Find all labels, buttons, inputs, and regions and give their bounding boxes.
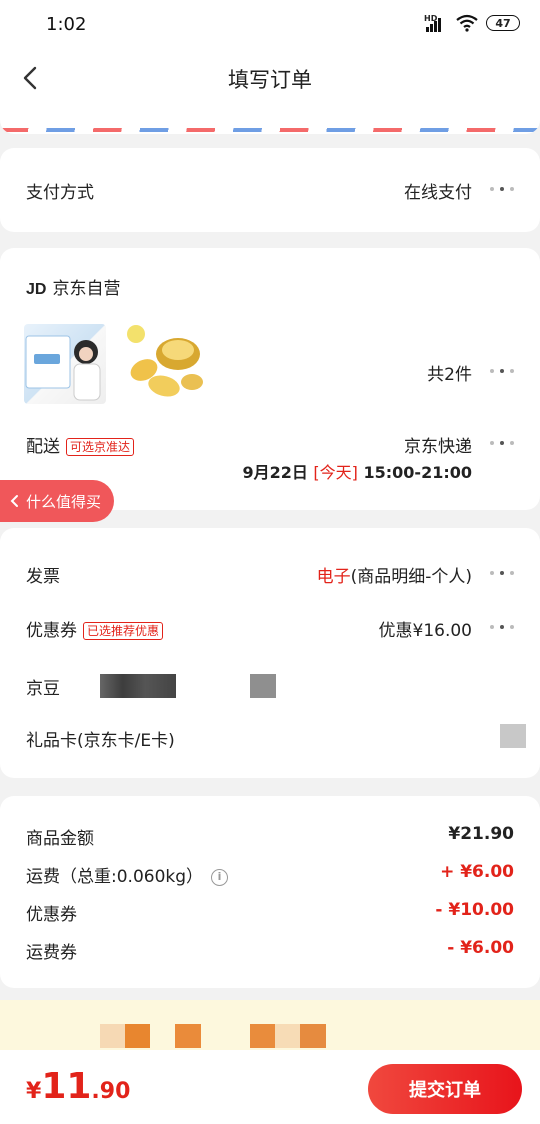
- airmail-stripe: [0, 128, 540, 132]
- price-integer: 11: [41, 1066, 92, 1107]
- shipping-row: 运费（总重:0.060kg） i: [26, 862, 229, 887]
- coupon-discount-label: 优惠券: [26, 905, 77, 925]
- address-card-edge[interactable]: [0, 108, 540, 134]
- status-bar: 1:02 HD 47: [0, 0, 540, 50]
- worth-buy-label: 什么值得买: [26, 492, 102, 511]
- delivery-time-line: 9月22日 [今天] 15:00-21:00: [242, 459, 472, 483]
- chevron-left-icon: [10, 495, 18, 507]
- signal-icon: HD: [424, 14, 448, 32]
- product-image-tissue[interactable]: [24, 324, 106, 404]
- price-decimal: .90: [91, 1079, 131, 1104]
- delivery-time: 15:00-21:00: [363, 463, 473, 482]
- shipping-value: + ¥6.00: [440, 862, 514, 882]
- coupon-row: 优惠券 已选推荐优惠: [26, 616, 164, 641]
- shipping-label: 运费（总重:0.060kg）: [26, 867, 204, 887]
- currency-symbol: ¥: [26, 1079, 42, 1104]
- price-summary-card: 商品金额 ¥21.90 运费（总重:0.060kg） i + ¥6.00 优惠券 …: [0, 796, 540, 988]
- more-icon[interactable]: [490, 622, 516, 632]
- more-icon[interactable]: [490, 568, 516, 578]
- redacted-block: [250, 674, 276, 698]
- payment-card[interactable]: 支付方式 在线支付: [0, 148, 540, 232]
- item-count[interactable]: 共2件: [427, 360, 472, 385]
- options-card: 发票 电子(商品明细-个人) 优惠券 已选推荐优惠 优惠¥16.00 京豆 礼品卡…: [0, 528, 540, 778]
- delivery-tag: 可选京准达: [66, 438, 135, 456]
- battery-icon: 47: [486, 15, 520, 31]
- redacted-block: [250, 1024, 326, 1048]
- goods-amount-label: 商品金额: [26, 829, 94, 849]
- shipping-coupon-value: - ¥6.00: [447, 938, 514, 958]
- jingdou-label: 京豆: [26, 679, 60, 699]
- coupon-tag: 已选推荐优惠: [83, 622, 164, 640]
- coupon-discount-value: - ¥10.00: [435, 900, 514, 920]
- delivery-row: 配送 可选京准达: [26, 432, 135, 457]
- more-icon[interactable]: [490, 366, 516, 376]
- status-time: 1:02: [46, 14, 87, 35]
- delivery-date: 9月22日: [242, 463, 308, 482]
- submit-order-button[interactable]: 提交订单: [368, 1064, 522, 1114]
- info-icon[interactable]: i: [211, 868, 229, 886]
- shop-name: 京东自营: [52, 279, 121, 299]
- nav-bar: 填写订单: [0, 50, 540, 108]
- redacted-block: [100, 674, 176, 698]
- shipping-coupon-label: 运费券: [26, 943, 77, 963]
- product-image-capsules[interactable]: [122, 320, 204, 400]
- total-price: ¥11.90: [26, 1066, 130, 1107]
- invoice-detail: (商品明细-个人): [350, 567, 472, 587]
- more-icon[interactable]: [490, 438, 516, 448]
- delivery-label: 配送: [26, 437, 60, 457]
- product-thumbnail-graphic: [25, 335, 101, 401]
- redacted-block: [175, 1024, 201, 1048]
- redacted-block: [500, 724, 526, 748]
- delivery-today: [今天]: [313, 463, 358, 482]
- page-title: 填写订单: [228, 68, 312, 92]
- invoice-label: 发票: [26, 567, 60, 587]
- coupon-label: 优惠券: [26, 621, 77, 641]
- capsule-graphic: [127, 325, 203, 397]
- goods-amount-value: ¥21.90: [448, 824, 514, 844]
- delivery-company[interactable]: 京东快递: [404, 432, 472, 457]
- shop-header: JD 京东自营: [26, 274, 120, 299]
- shop-card: JD 京东自营 共2件 配送 可选京准达 京东快递 9月22日 [今天] 15:00…: [0, 248, 540, 510]
- invoice-value[interactable]: 电子(商品明细-个人): [317, 562, 472, 587]
- redacted-block: [100, 1024, 150, 1048]
- payment-label: 支付方式: [26, 183, 94, 203]
- coupon-value[interactable]: 优惠¥16.00: [379, 616, 472, 641]
- invoice-type: 电子: [316, 567, 351, 587]
- promo-strip: [0, 1000, 540, 1056]
- status-icons: HD 47: [424, 14, 520, 32]
- gift-card-label: 礼品卡(京东卡/E卡): [26, 731, 175, 751]
- wifi-icon: [456, 14, 478, 32]
- payment-value: 在线支付: [404, 183, 472, 203]
- worth-buy-button[interactable]: 什么值得买: [0, 480, 114, 522]
- bottom-bar: ¥11.90 提交订单: [0, 1050, 540, 1124]
- jd-logo: JD: [26, 281, 47, 298]
- more-icon: [490, 184, 516, 194]
